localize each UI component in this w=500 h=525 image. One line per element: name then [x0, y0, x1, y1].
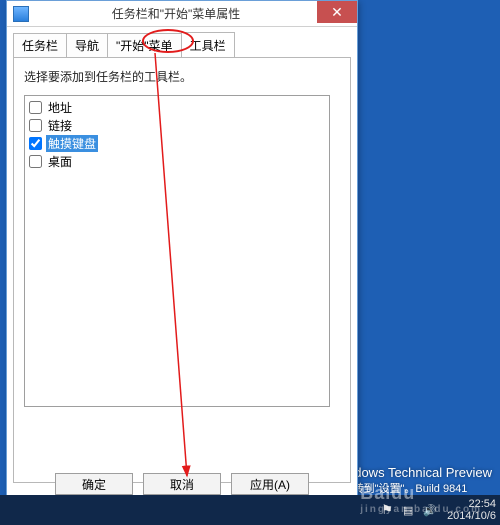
- dialog-buttons: 确定 取消 应用(A): [7, 473, 357, 495]
- action-center-icon[interactable]: ⚑: [381, 502, 393, 518]
- checkbox-links[interactable]: [29, 119, 42, 132]
- tab-navigation[interactable]: 导航: [66, 33, 108, 57]
- apply-button[interactable]: 应用(A): [231, 473, 309, 495]
- tray-area: ⚑ ▤ 🔊 22:54 2014/10/6: [381, 498, 496, 522]
- titlebar[interactable]: 任务栏和"开始"菜单属性 ✕: [7, 1, 357, 27]
- window-icon: [13, 6, 29, 22]
- ok-button[interactable]: 确定: [55, 473, 133, 495]
- list-item-touch-keyboard[interactable]: 触摸键盘: [27, 134, 327, 152]
- network-icon[interactable]: ▤: [403, 504, 413, 517]
- taskbar-clock[interactable]: 22:54 2014/10/6: [447, 498, 496, 522]
- volume-icon[interactable]: 🔊: [423, 504, 437, 517]
- system-taskbar[interactable]: ⚑ ▤ 🔊 22:54 2014/10/6: [0, 495, 500, 525]
- checkbox-desktop[interactable]: [29, 155, 42, 168]
- taskbar-properties-dialog: 任务栏和"开始"菜单属性 ✕ 任务栏 导航 "开始"菜单 工具栏 选择要添加到任…: [6, 0, 358, 506]
- window-title: 任务栏和"开始"菜单属性: [35, 5, 357, 22]
- label-desktop: 桌面: [46, 153, 74, 170]
- checkbox-address[interactable]: [29, 101, 42, 114]
- tab-taskbar[interactable]: 任务栏: [13, 33, 67, 57]
- tab-start-menu[interactable]: "开始"菜单: [107, 33, 182, 57]
- list-item-address[interactable]: 地址: [27, 98, 327, 116]
- list-item-links[interactable]: 链接: [27, 116, 327, 134]
- instruction-text: 选择要添加到任务栏的工具栏。: [24, 68, 340, 85]
- checkbox-touch-keyboard[interactable]: [29, 137, 42, 150]
- clock-date: 2014/10/6: [447, 510, 496, 522]
- list-item-desktop[interactable]: 桌面: [27, 152, 327, 170]
- edition-line: 'indows Technical Preview: [342, 465, 492, 480]
- close-icon: ✕: [331, 4, 343, 21]
- label-links: 链接: [46, 117, 74, 134]
- clock-time: 22:54: [447, 498, 496, 510]
- toolbars-panel: 选择要添加到任务栏的工具栏。 地址 链接 触摸键盘 桌面: [13, 57, 351, 483]
- close-button[interactable]: ✕: [317, 1, 357, 23]
- label-address: 地址: [46, 99, 74, 116]
- tab-strip: 任务栏 导航 "开始"菜单 工具栏: [7, 27, 357, 57]
- toolbars-listbox[interactable]: 地址 链接 触摸键盘 桌面: [24, 95, 330, 407]
- build-line: 请转到"设置"。Build 9841: [342, 480, 492, 496]
- label-touch-keyboard: 触摸键盘: [46, 135, 98, 152]
- cancel-button[interactable]: 取消: [143, 473, 221, 495]
- desktop-edition-text: 'indows Technical Preview 请转到"设置"。Build …: [342, 465, 492, 496]
- tab-toolbars[interactable]: 工具栏: [181, 32, 235, 57]
